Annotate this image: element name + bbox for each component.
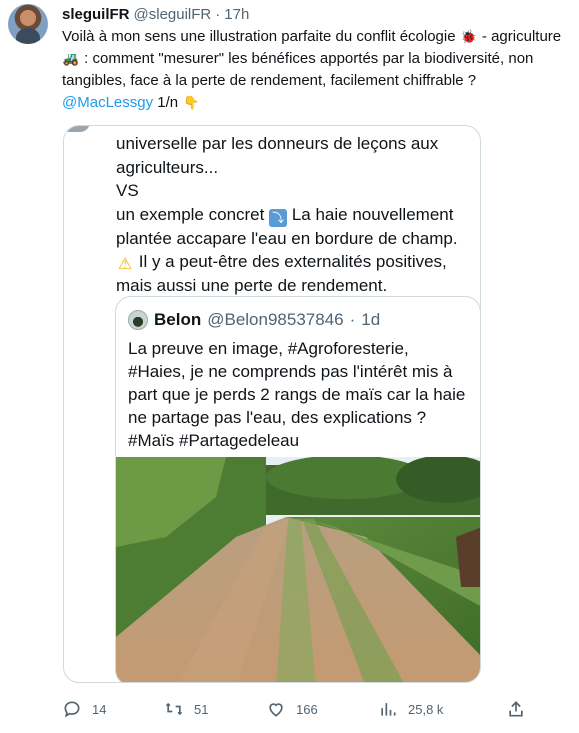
retweet-button[interactable]: 51 [164, 696, 208, 722]
tractor-icon: 🚜 [62, 51, 80, 66]
like-count: 166 [296, 701, 318, 717]
quoted-separator: · [349, 310, 356, 329]
like-icon [269, 703, 283, 717]
media-line-2: un exemple concret [116, 204, 265, 224]
tweet[interactable]: sleguilFR @sleguilFR · 17h Voilà à mon s… [0, 0, 579, 733]
media-line-2-wrap: un exemple concret ⤵ La haie nouvellemen… [116, 203, 476, 251]
views-button[interactable]: 25,8 k [378, 696, 443, 722]
views-count: 25,8 k [408, 701, 444, 717]
author-avatar[interactable] [8, 4, 48, 44]
mention-link[interactable]: @MacLessgy [62, 94, 153, 111]
tweet-text-part-3: : comment "mesurer" les bénéfices apport… [62, 50, 534, 89]
field-photo [116, 457, 480, 682]
tweet-text-part-1: Voilà à mon sens une illustration parfai… [62, 28, 456, 45]
media-line-1: universelle par les donneurs de leçons a… [116, 134, 439, 177]
tweet-time[interactable]: 17h [224, 6, 249, 23]
thread-count: 1/n [157, 94, 179, 111]
quoted-name: Belon [154, 310, 202, 329]
author-name[interactable]: sleguilFR [62, 6, 130, 23]
like-button[interactable]: 166 [266, 696, 318, 722]
reply-button[interactable]: 14 [62, 696, 106, 722]
media-text: universelle par les donneurs de leçons a… [116, 128, 476, 298]
ladybug-icon: 🐞 [460, 29, 477, 44]
warning-icon: ⚠ [117, 256, 133, 273]
media-line-4: Il y a peut-être des externalités positi… [116, 252, 447, 295]
media-vs: VS [116, 181, 139, 200]
header-separator: · [215, 5, 221, 23]
quoted-header: Belon @Belon98537846 · 1d [128, 309, 380, 331]
quoted-text: La preuve en image, #Agroforesterie, #Ha… [128, 339, 466, 450]
quoted-time: 1d [361, 310, 381, 329]
reply-icon [64, 701, 80, 718]
tweet-text-part-2: - agriculture [481, 28, 562, 45]
quoted-tweet: Belon @Belon98537846 · 1d La preuve en i… [115, 296, 480, 682]
share-icon [509, 701, 523, 717]
pointing-down-icon: 👇 [183, 95, 200, 110]
share-button[interactable] [506, 696, 526, 722]
field-photo-illustration [116, 457, 480, 682]
tweet-actions: 14 51 166 25,8 k [62, 696, 532, 722]
media-line-4-wrap: ⚠ Il y a peut-être des externalités posi… [116, 250, 476, 298]
cropped-avatar [64, 126, 90, 132]
quoted-avatar [128, 310, 148, 330]
retweet-icon [165, 702, 183, 716]
tweet-media-image[interactable]: universelle par les donneurs de leçons a… [63, 125, 481, 683]
views-icon [381, 703, 396, 716]
retweet-count: 51 [194, 701, 209, 717]
arrow-down-icon: ⤵ [269, 208, 288, 227]
tweet-header: sleguilFR @sleguilFR · 17h [62, 4, 249, 24]
quoted-handle: @Belon98537846 [207, 310, 344, 329]
author-handle[interactable]: @sleguilFR [134, 6, 212, 23]
reply-count: 14 [92, 701, 107, 717]
tweet-text: Voilà à mon sens une illustration parfai… [62, 26, 567, 114]
